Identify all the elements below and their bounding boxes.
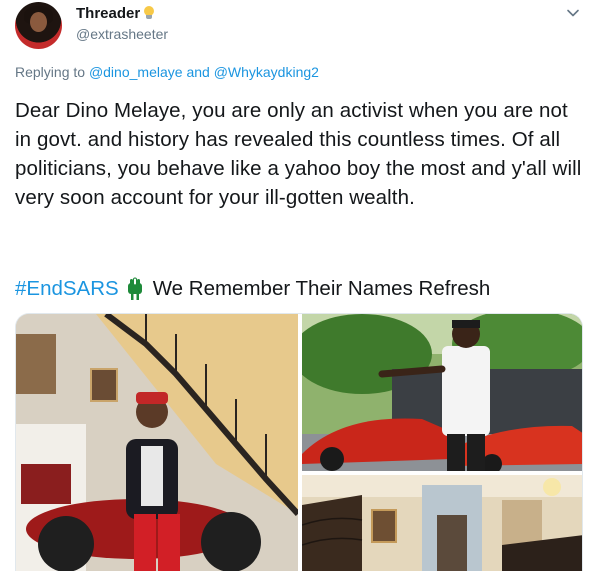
media-grid[interactable]	[15, 313, 583, 571]
author-name-row[interactable]: Threader	[76, 5, 155, 22]
fist-icon	[127, 277, 142, 300]
avatar[interactable]	[15, 2, 62, 49]
tweet-tail-text: We Remember Their Names Refresh	[152, 277, 491, 300]
hashtag-link[interactable]: #EndSARS	[15, 274, 119, 303]
photo-2-illustration	[302, 314, 582, 471]
photo-interior-hall[interactable]	[302, 475, 582, 571]
mention-link-dino-melaye[interactable]: @dino_melaye	[89, 64, 183, 80]
reply-conjunction: and	[186, 64, 210, 80]
replying-to-label: Replying to	[15, 64, 86, 80]
photo-car-driveway[interactable]	[302, 314, 582, 471]
hashtag-line: #EndSARS We Remember Their Names Refresh	[15, 274, 490, 303]
photo-staircase-motorcycle[interactable]	[16, 314, 298, 571]
display-name[interactable]: Threader	[76, 5, 140, 22]
photo-1-illustration	[16, 314, 298, 571]
replying-to-line: Replying to @dino_melaye and @Whykaydkin…	[15, 64, 319, 80]
mention-link-whykaydking2[interactable]: @Whykaydking2	[214, 64, 319, 80]
bulb-icon	[143, 6, 155, 21]
username-handle[interactable]: @extrasheeter	[76, 26, 168, 42]
tweet-body-text: Dear Dino Melaye, you are only an activi…	[15, 99, 582, 209]
tweet-card[interactable]: Threader @extrasheeter Replying to @dino…	[0, 0, 597, 571]
avatar-face	[30, 12, 47, 32]
chevron-down-icon[interactable]	[566, 6, 580, 20]
photo-3-illustration	[302, 475, 582, 571]
